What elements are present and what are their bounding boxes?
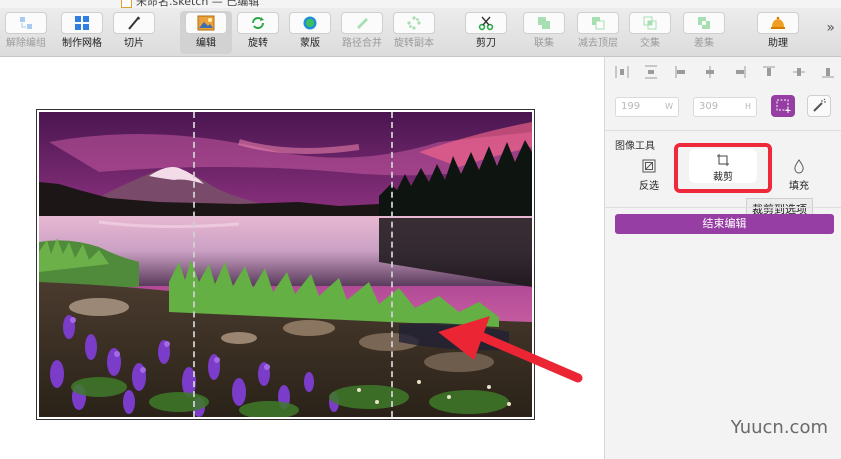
toolbar-edit-label: 编辑 <box>196 38 216 49</box>
section-divider <box>605 130 841 131</box>
marquee-selection-icon <box>776 99 791 113</box>
assistant-bell-icon <box>757 12 799 34</box>
window-title-bar: 未命名.sketch — 已编辑 <box>0 0 841 8</box>
inspector-panel: 199 W 309 H 图像工具 反选 裁剪 填充 裁剪到选项 结束编辑 <box>604 57 841 459</box>
ungroup-icon <box>5 12 47 34</box>
intersect-icon <box>629 12 671 34</box>
slice-icon <box>113 12 155 34</box>
sketch-document-icon <box>121 0 132 8</box>
crop-guide-line-right <box>391 112 393 417</box>
toolbar-assistant-label: 助理 <box>768 38 788 49</box>
toolbar-subtract-button[interactable]: 减去顶层 <box>572 11 624 54</box>
width-field[interactable]: 199 W <box>615 97 679 117</box>
difference-icon <box>683 12 725 34</box>
toolbar-make-grid-label: 制作网格 <box>62 38 102 49</box>
image-layer-in-edit-mode[interactable] <box>36 109 535 420</box>
magic-wand-button[interactable] <box>807 95 831 117</box>
toolbar-mask-label: 蒙版 <box>300 38 320 49</box>
toolbar-subtract-label: 减去顶层 <box>578 38 618 49</box>
width-value: 199 <box>621 101 641 112</box>
toolbar-difference-label: 差集 <box>694 38 714 49</box>
site-watermark: Yuucn.com <box>730 417 828 438</box>
toolbar-rotate-button[interactable]: 旋转 <box>232 11 284 54</box>
align-right-icon[interactable] <box>733 65 747 79</box>
crop-guide-line-left <box>193 112 195 417</box>
height-value: 309 <box>699 101 719 112</box>
align-center-horizontal-icon[interactable] <box>703 65 717 79</box>
toolbar-flatten-button[interactable]: 路径合并 <box>336 11 388 54</box>
toolbar-rotate-copies-label: 旋转副本 <box>394 38 434 49</box>
toolbar-make-grid-button[interactable]: 制作网格 <box>56 11 108 54</box>
fill-label: 填充 <box>789 181 809 192</box>
toolbar-slice-button[interactable]: 切片 <box>108 11 160 54</box>
width-unit: W <box>665 102 673 111</box>
toolbar-scissors-label: 剪刀 <box>476 38 496 49</box>
height-field[interactable]: 309 H <box>693 97 757 117</box>
union-icon <box>523 12 565 34</box>
toolbar-flatten-label: 路径合并 <box>342 38 382 49</box>
distribute-vertical-icon[interactable] <box>644 65 658 79</box>
magic-wand-icon <box>813 98 826 112</box>
height-unit: H <box>744 102 751 111</box>
crop-highlight-annotation <box>674 143 772 193</box>
edit-image-icon <box>185 12 227 34</box>
toolbar-assistant-button[interactable]: 助理 <box>752 11 804 54</box>
toolbar-intersect-label: 交集 <box>640 38 660 49</box>
toolbar-ungroup-label: 解除编组 <box>6 38 46 49</box>
align-top-icon[interactable] <box>762 65 776 79</box>
scissors-icon <box>465 12 507 34</box>
document-title: 未命名.sketch — 已编辑 <box>121 0 259 8</box>
subtract-icon <box>577 12 619 34</box>
section-divider-2 <box>605 207 841 208</box>
landscape-photo <box>39 112 532 417</box>
invert-selection-tool[interactable]: 反选 <box>629 157 669 192</box>
document-title-text: 未命名.sketch — 已编辑 <box>136 0 260 8</box>
image-tools-title: 图像工具 <box>615 141 655 152</box>
mask-icon <box>289 12 331 34</box>
selection-marquee-button[interactable] <box>771 95 795 117</box>
toolbar-mask-button[interactable]: 蒙版 <box>284 11 336 54</box>
invert-selection-icon <box>642 159 656 173</box>
toolbar-slice-label: 切片 <box>124 38 144 49</box>
toolbar-difference-button[interactable]: 差集 <box>678 11 730 54</box>
canvas[interactable] <box>0 57 604 459</box>
finish-editing-button[interactable]: 结束编辑 <box>615 214 834 234</box>
alignment-toolbar <box>615 65 835 81</box>
align-left-icon[interactable] <box>674 65 688 79</box>
align-bottom-icon[interactable] <box>821 65 835 79</box>
make-grid-icon <box>61 12 103 34</box>
toolbar-rotate-copies-button[interactable]: 旋转副本 <box>388 11 440 54</box>
rotate-copies-icon <box>393 12 435 34</box>
toolbar-rotate-label: 旋转 <box>248 38 268 49</box>
align-middle-vertical-icon[interactable] <box>792 65 806 79</box>
main-toolbar: 解除编组 制作网格 切片 编辑 旋转 蒙版 路径合并 旋转副本 剪刀 联集 减去… <box>0 8 841 57</box>
flatten-icon <box>341 12 383 34</box>
toolbar-union-label: 联集 <box>534 38 554 49</box>
toolbar-union-button[interactable]: 联集 <box>518 11 570 54</box>
fill-tool[interactable]: 填充 <box>779 157 819 192</box>
toolbar-scissors-button[interactable]: 剪刀 <box>460 11 512 54</box>
invert-selection-label: 反选 <box>639 181 659 192</box>
toolbar-overflow-chevron-icon[interactable]: » <box>826 20 835 36</box>
distribute-horizontal-icon[interactable] <box>615 65 629 79</box>
fill-drop-icon <box>794 158 804 173</box>
toolbar-intersect-button[interactable]: 交集 <box>624 11 676 54</box>
toolbar-ungroup-button[interactable]: 解除编组 <box>0 11 52 54</box>
toolbar-edit-button[interactable]: 编辑 <box>180 11 232 54</box>
rotate-icon <box>237 12 279 34</box>
